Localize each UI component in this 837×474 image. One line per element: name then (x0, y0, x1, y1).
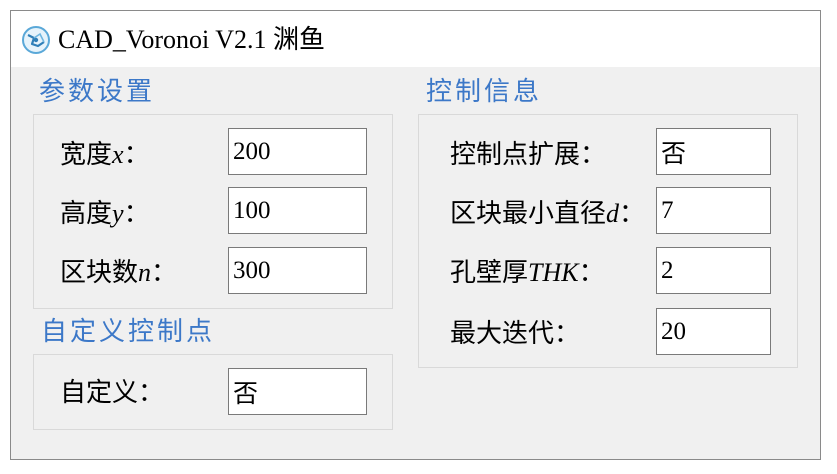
height-label: 高度y： (60, 199, 150, 228)
custom-input[interactable] (228, 368, 367, 415)
app-logo-icon (22, 26, 50, 54)
app-window: CAD_Voronoi V2.1 渊鱼 参数设置 宽度x： 高度y： 区块数n：… (10, 10, 821, 460)
expand-input[interactable] (656, 128, 771, 175)
min-diameter-label: 区块最小直径d： (450, 199, 646, 228)
custom-label: 自定义： (60, 378, 165, 407)
block-count-label: 区块数n： (60, 258, 178, 287)
expand-label: 控制点扩展： (450, 140, 607, 169)
max-iteration-label: 最大迭代： (450, 319, 581, 348)
block-count-input[interactable] (228, 247, 367, 294)
max-iteration-input[interactable] (656, 308, 771, 355)
params-section-title: 参数设置 (39, 77, 156, 107)
height-input[interactable] (228, 187, 367, 234)
wall-thickness-input[interactable] (656, 247, 771, 294)
wall-thickness-label: 孔壁厚THK： (450, 258, 605, 287)
min-diameter-input[interactable] (656, 187, 771, 234)
control-section-title: 控制信息 (426, 77, 543, 107)
custom-section-title: 自定义控制点 (41, 317, 216, 347)
width-input[interactable] (228, 128, 367, 175)
width-label: 宽度x： (60, 140, 150, 169)
title-bar: CAD_Voronoi V2.1 渊鱼 (11, 11, 820, 67)
window-title: CAD_Voronoi V2.1 渊鱼 (58, 25, 326, 54)
